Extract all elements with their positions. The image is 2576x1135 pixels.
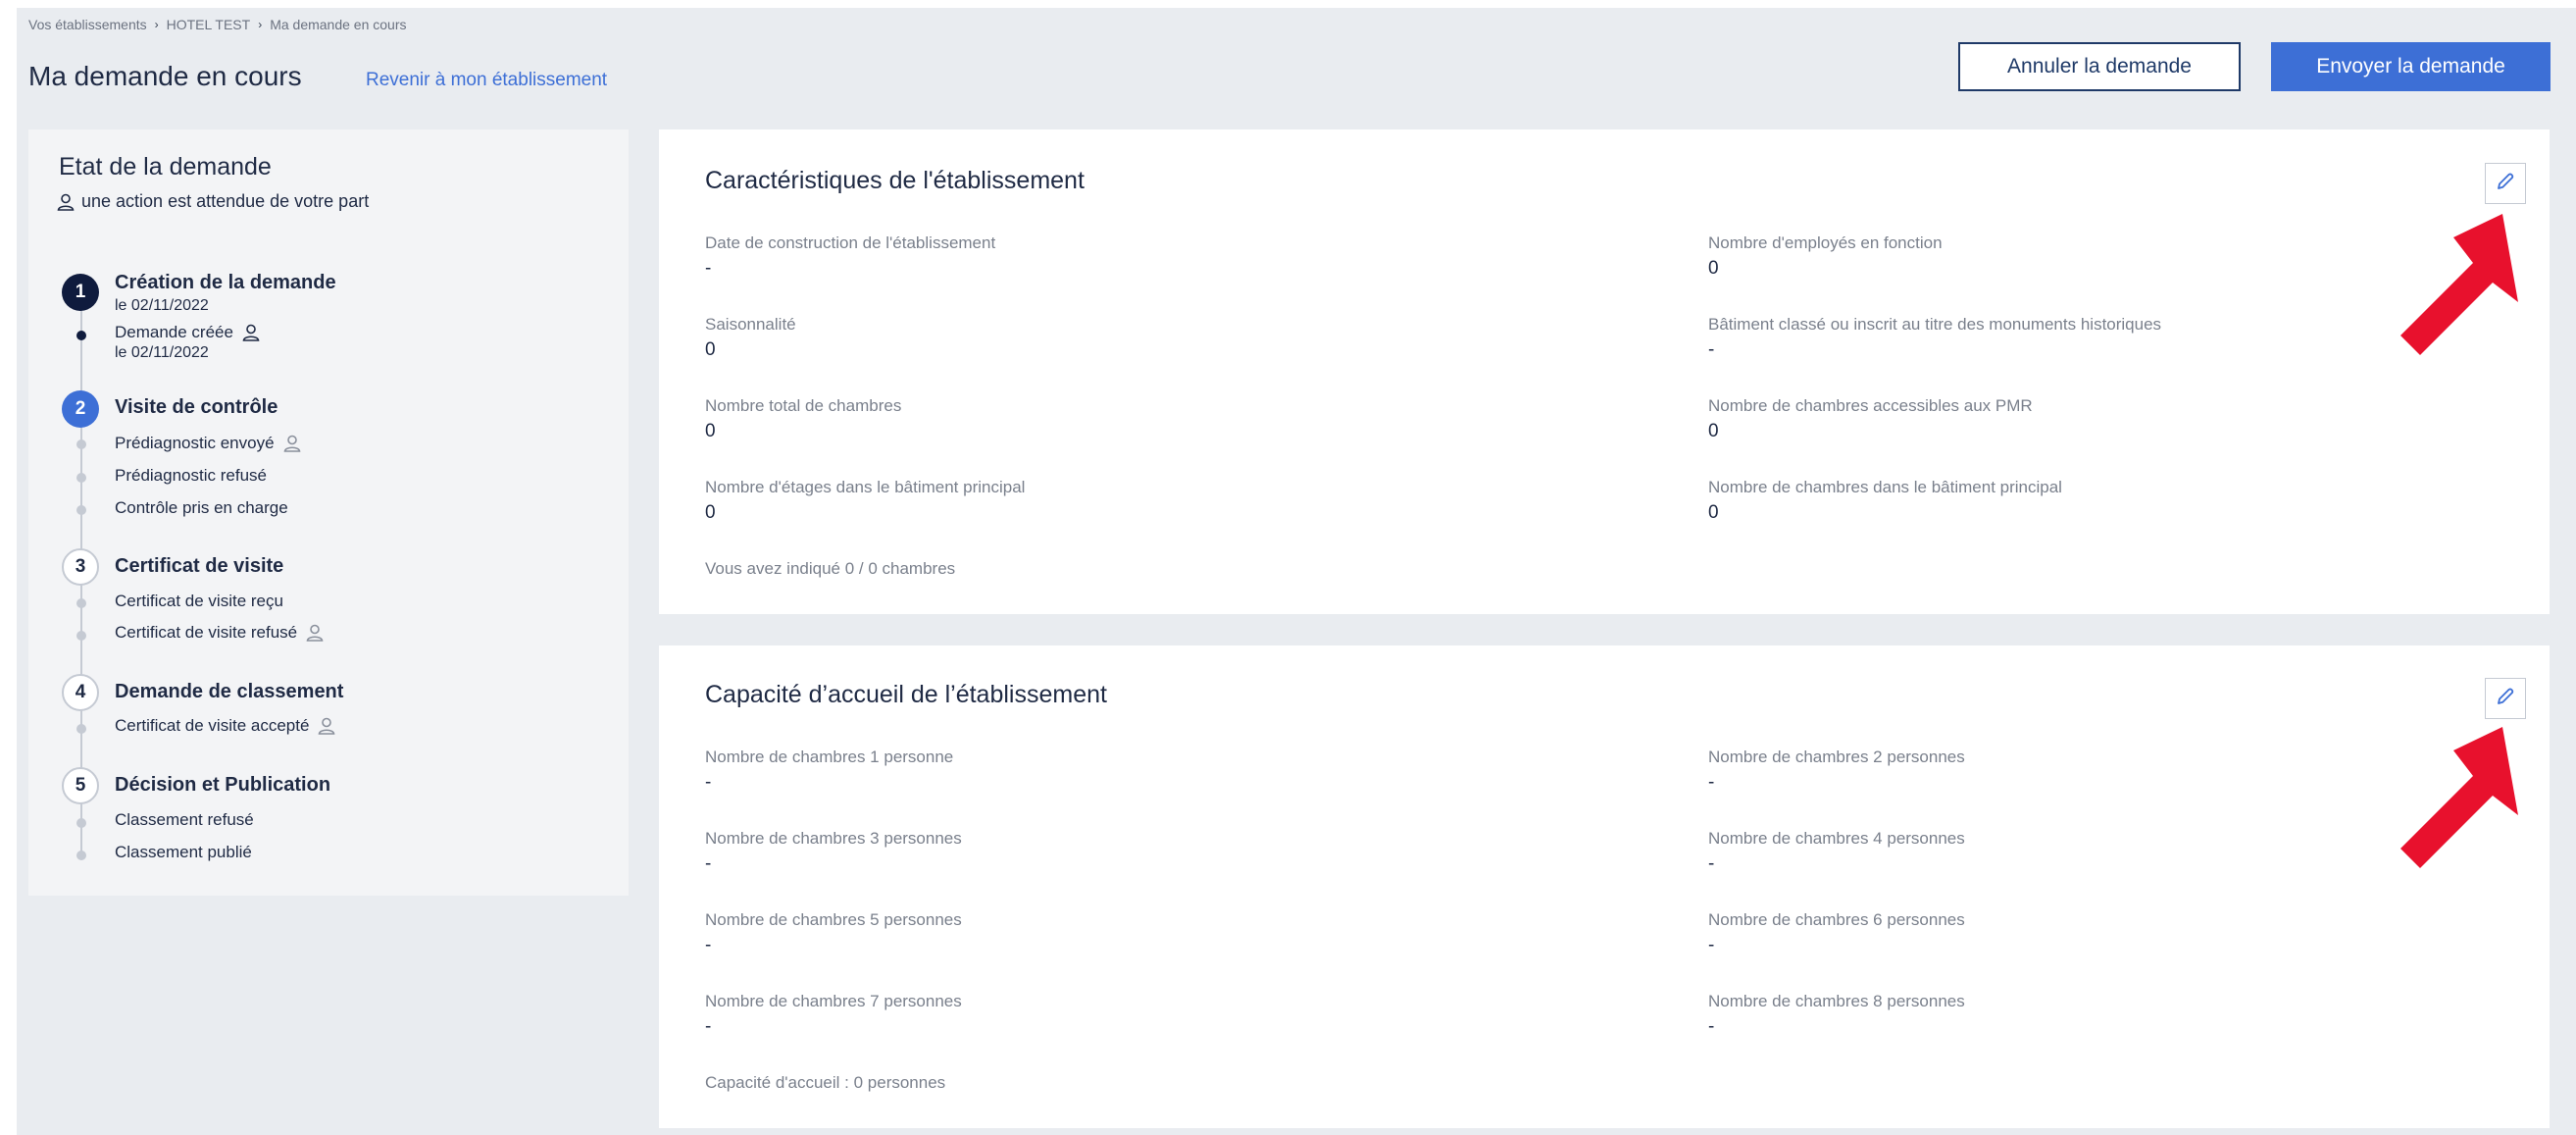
- breadcrumb-item-current: Ma demande en cours: [270, 17, 407, 32]
- field-value: -: [1708, 772, 1715, 793]
- edit-capacity-button[interactable]: [2485, 678, 2526, 719]
- field-value: 0: [1708, 258, 1719, 279]
- person-icon: [317, 716, 336, 736]
- send-request-button[interactable]: Envoyer la demande: [2271, 42, 2551, 91]
- field-label: Nombre de chambres 2 personnes: [1708, 748, 1965, 766]
- field-value: -: [705, 935, 712, 955]
- breadcrumb-item-hotel[interactable]: HOTEL TEST: [167, 17, 251, 32]
- capacity-title: Capacité d’accueil de l’établissement: [705, 681, 1107, 708]
- characteristics-title: Caractéristiques de l'établissement: [705, 167, 1085, 194]
- field-label: Saisonnalité: [705, 315, 796, 334]
- sub-classement-publie: Classement publié: [115, 843, 252, 861]
- timeline-dot: [76, 724, 86, 734]
- sub-label: Certificat de visite refusé: [115, 623, 298, 642]
- step-1-circle: 1: [62, 274, 99, 311]
- sub-demande-creee: Demande créée: [115, 323, 261, 342]
- field-label: Nombre de chambres 6 personnes: [1708, 910, 1965, 929]
- field-value: 0: [1708, 421, 1719, 441]
- step-2-title: Visite de contrôle: [115, 396, 278, 418]
- step-3-title: Certificat de visite: [115, 555, 284, 577]
- sub-controle-pris: Contrôle pris en charge: [115, 498, 288, 517]
- red-arrow-icon: [2400, 727, 2518, 868]
- sub-label: Demande créée: [115, 323, 233, 341]
- field-value: 0: [705, 421, 716, 441]
- field-value: 0: [705, 502, 716, 523]
- step-4-circle: 4: [62, 674, 99, 711]
- request-status-panel: Etat de la demande une action est attend…: [28, 129, 629, 896]
- capacity-summary: Capacité d'accueil : 0 personnes: [705, 1073, 946, 1092]
- status-action-notice: une action est attendue de votre part: [56, 191, 369, 212]
- field-label: Nombre d'employés en fonction: [1708, 233, 1943, 252]
- timeline-dot: [76, 505, 86, 515]
- field-value: -: [705, 853, 712, 874]
- status-title: Etat de la demande: [59, 153, 272, 181]
- sub-demande-creee-date: le 02/11/2022: [115, 344, 209, 361]
- back-to-establishment-link[interactable]: Revenir à mon établissement: [366, 70, 607, 91]
- capacity-card: Capacité d’accueil de l’établissement No…: [659, 645, 2550, 1128]
- step-5-circle: 5: [62, 767, 99, 804]
- rooms-summary: Vous avez indiqué 0 / 0 chambres: [705, 559, 956, 578]
- sub-prediag-refuse: Prédiagnostic refusé: [115, 466, 267, 485]
- field-label: Nombre de chambres 8 personnes: [1708, 992, 1965, 1010]
- field-value: 0: [705, 339, 716, 360]
- timeline-dot: [76, 598, 86, 608]
- field-label: Nombre de chambres 1 personne: [705, 748, 954, 766]
- step-2-circle: 2: [62, 390, 99, 428]
- status-subtitle: une action est attendue de votre part: [81, 191, 370, 211]
- field-value: -: [705, 772, 712, 793]
- timeline-dot: [76, 439, 86, 449]
- field-label: Nombre de chambres dans le bâtiment prin…: [1708, 478, 2062, 496]
- sub-label: Certificat de visite accepté: [115, 716, 310, 735]
- step-1-title: Création de la demande: [115, 272, 336, 293]
- sub-classement-refuse: Classement refusé: [115, 810, 254, 829]
- field-label: Nombre d'étages dans le bâtiment princip…: [705, 478, 1026, 496]
- field-label: Nombre de chambres 4 personnes: [1708, 829, 1965, 848]
- step-1-date: le 02/11/2022: [115, 297, 209, 314]
- step-4-title: Demande de classement: [115, 681, 344, 702]
- edit-characteristics-button[interactable]: [2485, 163, 2526, 204]
- field-label: Nombre de chambres accessibles aux PMR: [1708, 396, 2033, 415]
- field-value: -: [1708, 935, 1715, 955]
- breadcrumb-separator: ›: [258, 18, 263, 31]
- sub-label: Prédiagnostic envoyé: [115, 434, 275, 452]
- person-icon: [241, 323, 261, 342]
- red-arrow-icon: [2400, 214, 2518, 355]
- person-icon: [305, 623, 325, 643]
- field-label: Nombre de chambres 7 personnes: [705, 992, 962, 1010]
- field-value: -: [705, 1016, 712, 1037]
- field-value: -: [1708, 339, 1715, 360]
- pencil-icon: [2495, 686, 2516, 712]
- timeline-dot: [76, 473, 86, 483]
- field-label: Nombre de chambres 3 personnes: [705, 829, 962, 848]
- field-value: 0: [1708, 502, 1719, 523]
- sub-certif-recu: Certificat de visite reçu: [115, 592, 283, 610]
- person-icon: [56, 192, 76, 212]
- page-title: Ma demande en cours: [28, 61, 302, 91]
- field-value: -: [705, 258, 712, 279]
- timeline-dot: [76, 851, 86, 860]
- field-label: Date de construction de l'établissement: [705, 233, 996, 252]
- sub-certif-accepte: Certificat de visite accepté: [115, 716, 336, 736]
- field-label: Bâtiment classé ou inscrit au titre des …: [1708, 315, 2162, 334]
- step-5-title: Décision et Publication: [115, 774, 331, 796]
- person-icon: [282, 434, 302, 453]
- step-3-circle: 3: [62, 548, 99, 586]
- timeline-dot: [76, 331, 86, 340]
- field-value: -: [1708, 853, 1715, 874]
- breadcrumb-separator: ›: [154, 18, 159, 31]
- sub-prediag-envoye: Prédiagnostic envoyé: [115, 434, 302, 453]
- field-label: Nombre total de chambres: [705, 396, 902, 415]
- breadcrumb-item-establishments[interactable]: Vos établissements: [28, 17, 147, 32]
- sub-certif-refuse: Certificat de visite refusé: [115, 623, 325, 643]
- cancel-request-button[interactable]: Annuler la demande: [1958, 42, 2241, 91]
- breadcrumb: Vos établissements › HOTEL TEST › Ma dem…: [28, 17, 407, 32]
- characteristics-card: Caractéristiques de l'établissement Date…: [659, 129, 2550, 614]
- timeline-dot: [76, 631, 86, 641]
- pencil-icon: [2495, 171, 2516, 197]
- field-value: -: [1708, 1016, 1715, 1037]
- timeline-dot: [76, 818, 86, 828]
- field-label: Nombre de chambres 5 personnes: [705, 910, 962, 929]
